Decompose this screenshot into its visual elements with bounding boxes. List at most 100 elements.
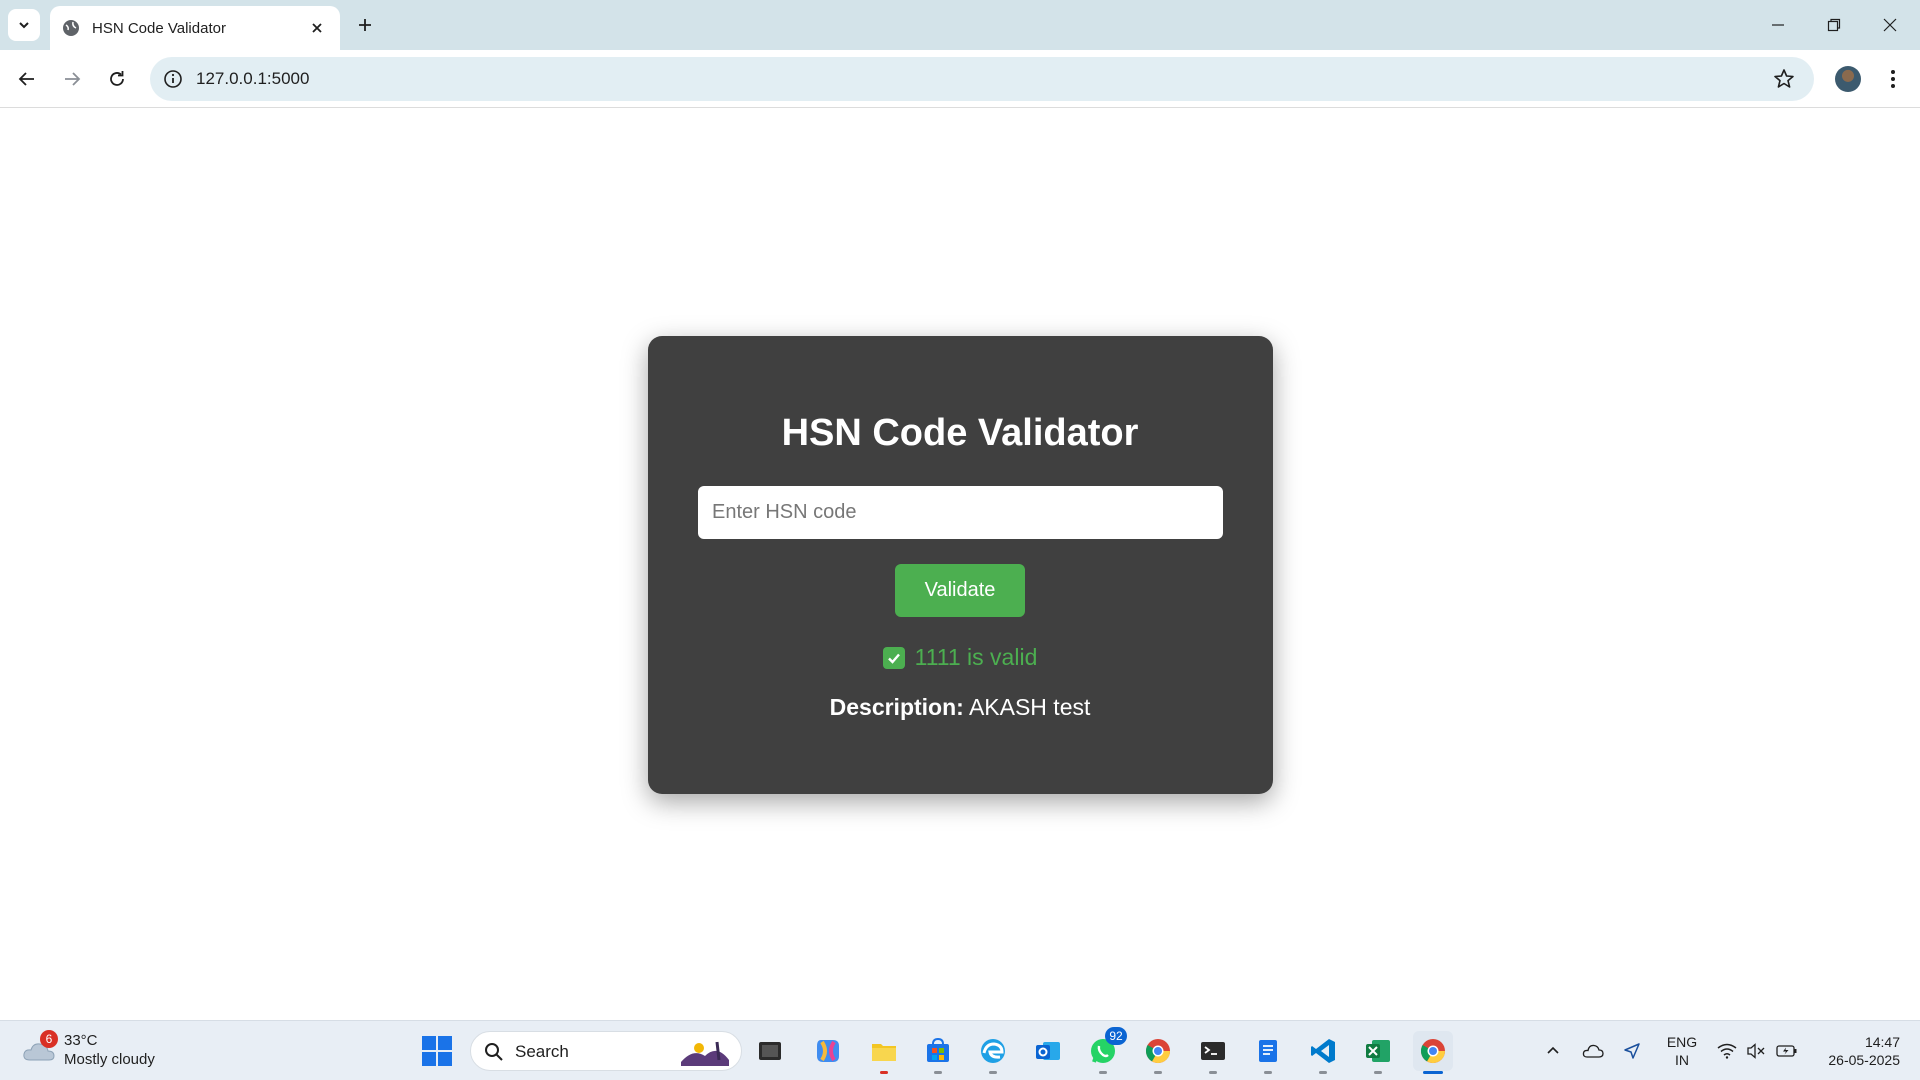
clock-date: 26-05-2025 [1828,1052,1900,1068]
search-label: Search [515,1042,569,1061]
tab-search-button[interactable] [8,9,40,41]
bookmark-star-icon[interactable] [1772,67,1796,91]
vscode-app[interactable] [1303,1031,1343,1074]
plus-icon [359,19,371,31]
battery-tray[interactable] [1774,1033,1800,1069]
close-window-button[interactable] [1862,0,1918,50]
close-icon [312,23,322,33]
address-bar[interactable]: 127.0.0.1:5000 [150,57,1814,101]
folder-icon [872,1044,896,1061]
validation-result: 1111 is valid [0,644,1920,671]
back-button[interactable] [10,62,44,96]
new-tab-button[interactable] [350,10,380,40]
whatsapp-badge: 92 [1105,1027,1127,1045]
restore-button[interactable] [1806,0,1862,50]
wifi-tray[interactable] [1714,1033,1740,1069]
url-text: 127.0.0.1:5000 [196,69,310,88]
notepad-icon [1259,1040,1277,1062]
arrow-right-icon [65,72,81,86]
copilot-icon [817,1040,839,1062]
chrome-app-active[interactable] [1413,1031,1453,1074]
globe-icon [63,20,79,36]
wifi-icon [1717,1043,1737,1059]
tab-title: HSN Code Validator [92,19,226,37]
excel-app[interactable] [1358,1031,1398,1074]
description-line: Description: AKASH test [0,694,1920,721]
forward-button[interactable] [55,62,89,96]
location-tray[interactable] [1620,1033,1644,1069]
minimize-button[interactable] [1750,0,1806,50]
weather-alert-badge: 6 [40,1030,58,1048]
outlook-icon [1036,1042,1060,1060]
profile-avatar[interactable] [1835,66,1861,92]
browser-tabbar: HSN Code Validator [0,0,1920,50]
battery-charging-icon [1776,1045,1797,1057]
excel-icon [1366,1040,1390,1062]
file-explorer-app[interactable] [864,1031,904,1074]
clock[interactable]: 14:47 26-05-2025 [1810,1033,1900,1069]
app-indicator [880,1071,888,1074]
reload-icon [110,71,124,86]
app-indicator [1209,1071,1217,1074]
app-indicator [989,1071,997,1074]
copilot-app[interactable] [808,1031,848,1071]
show-hidden-icons-button[interactable] [1542,1033,1564,1069]
lang-code: ENG [1666,1034,1698,1050]
info-icon[interactable] [162,68,184,90]
search-highlight-icon [681,1041,729,1066]
weather-condition: Mostly cloudy [64,1051,155,1068]
onedrive-tray[interactable] [1580,1033,1606,1069]
browser-menu-button[interactable] [1880,66,1906,92]
taskbar-search[interactable]: Search [470,1031,742,1071]
search-icon [485,1043,503,1061]
microsoft-store-app[interactable] [918,1031,958,1074]
tab-close-button[interactable] [306,17,328,39]
description-label: Description: [829,694,964,720]
lang-region: IN [1675,1052,1689,1068]
chrome-icon [1145,1039,1170,1064]
app-indicator [1264,1071,1272,1074]
vscode-icon [1311,1039,1335,1063]
terminal-app[interactable] [1193,1031,1233,1074]
clock-time: 14:47 [1864,1034,1900,1050]
edge-app[interactable] [973,1031,1013,1074]
chrome-icon [1420,1039,1445,1064]
arrow-left-icon [18,72,34,86]
app-indicator-active [1423,1071,1443,1074]
volume-muted-icon [1747,1043,1765,1059]
language-indicator[interactable]: ENG IN [1662,1033,1702,1069]
location-arrow-icon [1624,1043,1640,1059]
task-view-app[interactable] [750,1031,790,1071]
taskbar: 6 33°C Mostly cloudy Search 92 ENG IN 14… [0,1020,1920,1080]
app-indicator [1099,1071,1107,1074]
app-indicator [1319,1071,1327,1074]
validate-button[interactable]: Validate [895,564,1025,617]
check-icon [882,646,905,669]
weather-temp: 33°C [64,1032,98,1049]
minimize-icon [1772,24,1784,26]
restore-icon [1827,18,1841,32]
chevron-down-icon [19,22,29,29]
close-icon [1883,18,1897,32]
page-title: HSN Code Validator [781,412,1139,454]
volume-tray[interactable] [1744,1033,1768,1069]
more-vertical-icon [1891,70,1895,88]
edge-icon [981,1039,1005,1063]
reload-button[interactable] [100,62,134,96]
app-indicator [1154,1071,1162,1074]
task-view-icon [759,1042,781,1060]
app-indicator [934,1071,942,1074]
whatsapp-app[interactable]: 92 [1083,1027,1127,1074]
app-indicator [1374,1071,1382,1074]
chrome-profile-app[interactable] [1138,1031,1178,1074]
browser-tab-active[interactable]: HSN Code Validator [50,6,340,50]
description-value: AKASH test [968,694,1091,720]
windows-start-icon[interactable] [420,1034,454,1068]
notepad-app[interactable] [1248,1031,1288,1074]
outlook-app[interactable] [1028,1031,1068,1071]
weather-widget[interactable]: 6 33°C Mostly cloudy [20,1030,170,1072]
browser-toolbar: 127.0.0.1:5000 [0,50,1920,108]
hsn-code-input[interactable] [698,486,1223,539]
chevron-up-icon [1547,1046,1559,1054]
result-text: 1111 is valid [914,644,1038,670]
